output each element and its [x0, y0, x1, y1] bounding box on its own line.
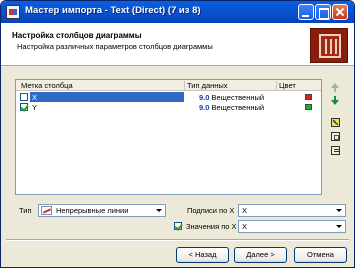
values-by-label: Значения по X	[186, 222, 237, 231]
data-type-cell[interactable]: 9.0 Вещественный	[199, 103, 264, 112]
values-by-select[interactable]: X	[238, 220, 346, 233]
values-by-checkbox[interactable]	[174, 222, 182, 230]
column-header-color[interactable]: Цвет	[279, 81, 296, 90]
step-subtitle: Настройка различных параметров столбцов …	[17, 42, 213, 51]
back-button[interactable]: < Назад	[176, 247, 229, 263]
app-icon	[6, 5, 20, 19]
chevron-down-icon[interactable]	[153, 206, 164, 215]
chart-settings-icon[interactable]	[331, 118, 340, 127]
step-title: Настройка столбцов диаграммы	[12, 31, 142, 40]
import-wizard-window: Мастер импорта - Text (Direct) (7 из 8) …	[0, 0, 355, 268]
chart-type-select[interactable]: Непрерывные линии	[38, 204, 166, 217]
divider	[6, 239, 349, 241]
copy-icon[interactable]	[331, 132, 340, 141]
list-header: Метка столбца Тип данных Цвет	[16, 80, 321, 91]
labels-by-select[interactable]: X	[238, 204, 346, 217]
column-label-cell[interactable]: X	[30, 92, 184, 102]
table-row[interactable]: Y 9.0 Вещественный	[16, 102, 321, 112]
wizard-header: Настройка столбцов диаграммы Настройка р…	[1, 23, 354, 66]
chevron-down-icon[interactable]	[333, 222, 344, 231]
line-chart-icon	[41, 206, 52, 215]
columns-list[interactable]: Метка столбца Тип данных Цвет X 9.0 Веще…	[15, 79, 322, 195]
window-title: Мастер импорта - Text (Direct) (7 из 8)	[25, 5, 201, 16]
maximize-button[interactable]	[315, 4, 331, 20]
chevron-down-icon[interactable]	[333, 206, 344, 215]
row-checkbox[interactable]	[20, 103, 28, 111]
column-header-type[interactable]: Тип данных	[187, 81, 228, 90]
data-type-cell[interactable]: 9.0 Вещественный	[199, 93, 264, 102]
close-button[interactable]	[332, 4, 348, 20]
column-header-label[interactable]: Метка столбца	[21, 81, 73, 90]
title-bar[interactable]: Мастер импорта - Text (Direct) (7 из 8)	[1, 1, 354, 23]
table-row[interactable]: X 9.0 Вещественный	[16, 92, 321, 102]
chart-columns-icon	[310, 28, 348, 63]
arrow-down-icon[interactable]	[330, 96, 340, 106]
minimize-button[interactable]	[298, 4, 314, 20]
edit-icon[interactable]	[331, 146, 340, 155]
column-label-cell[interactable]: Y	[30, 102, 184, 112]
cancel-button[interactable]: Отмена	[294, 247, 347, 263]
next-button[interactable]: Далее >	[234, 247, 287, 263]
type-label: Тип	[19, 206, 32, 215]
color-swatch[interactable]	[305, 94, 312, 100]
labels-by-label: Подписи по X	[187, 206, 235, 215]
row-checkbox[interactable]	[20, 93, 28, 101]
arrow-up-icon[interactable]	[330, 83, 340, 93]
color-swatch[interactable]	[305, 104, 312, 110]
